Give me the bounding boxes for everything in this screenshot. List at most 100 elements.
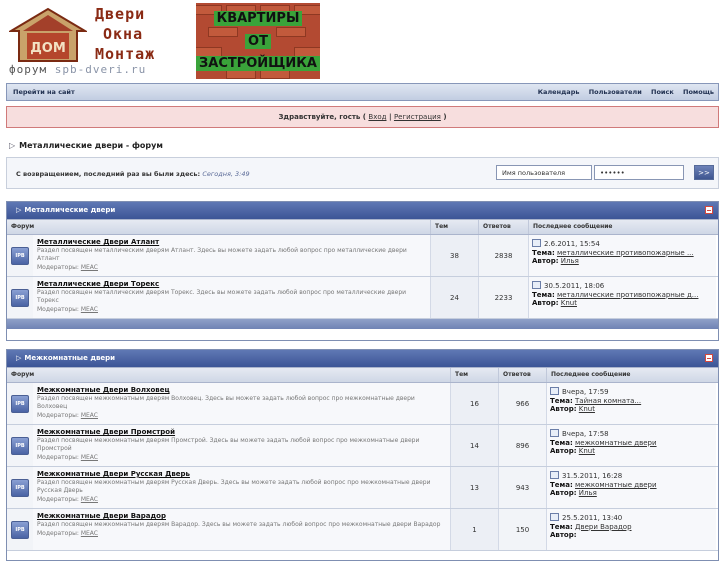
forum-ipb-icon: IPB bbox=[11, 288, 29, 307]
login-go-button[interactable]: >> bbox=[694, 165, 714, 180]
topics-count: 13 bbox=[450, 467, 498, 508]
moderator-link[interactable]: MEAC bbox=[81, 530, 98, 537]
login-link[interactable]: Вход bbox=[368, 113, 386, 121]
last-post-topic-link[interactable]: Тайная комната... bbox=[575, 397, 641, 405]
logo-line-1: Двери bbox=[95, 5, 146, 23]
last-visit-label: С возвращением, последний раз вы были зд… bbox=[16, 170, 201, 178]
register-link[interactable]: Регистрация bbox=[394, 113, 441, 121]
forum-name-link[interactable]: Межкомнатные Двери Волховец bbox=[37, 386, 446, 394]
collapse-icon[interactable] bbox=[705, 206, 713, 214]
col-replies: Ответов bbox=[498, 368, 546, 382]
last-post-topic-link[interactable]: металлические противопожарные д... bbox=[557, 291, 698, 299]
col-forum: Форум bbox=[11, 371, 35, 378]
forum-name-link[interactable]: Металлические Двери Атлант bbox=[37, 238, 426, 246]
last-post-author-link[interactable]: Knut bbox=[561, 299, 577, 307]
replies-count: 2233 bbox=[478, 277, 528, 318]
last-post-icon[interactable] bbox=[550, 471, 559, 479]
topics-count: 16 bbox=[450, 383, 498, 424]
quick-login-bar: С возвращением, последний раз вы были зд… bbox=[6, 157, 719, 189]
developer-apartments-banner[interactable]: КВАРТИРЫ ОТ ЗАСТРОЙЩИКА bbox=[196, 3, 320, 79]
moderator-link[interactable]: MEAC bbox=[81, 264, 98, 271]
last-post-author-link[interactable]: Knut bbox=[579, 447, 595, 455]
last-post-date: 31.5.2011, 16:28 bbox=[562, 472, 623, 480]
forum-moderators: Модераторы: MEAC bbox=[37, 306, 98, 313]
house-logo-icon: ДОМ bbox=[9, 7, 87, 62]
col-replies: Ответов bbox=[478, 220, 528, 234]
last-post-date: 30.5.2011, 18:06 bbox=[544, 282, 605, 290]
forum-moderators: Модераторы: MEAC bbox=[37, 454, 98, 461]
username-field[interactable]: Имя пользователя bbox=[496, 165, 592, 180]
banner-line-1: КВАРТИРЫ bbox=[213, 11, 303, 26]
last-post-topic-link[interactable]: межкомнатные двери bbox=[575, 481, 657, 489]
last-post-author-link[interactable]: Knut bbox=[579, 405, 595, 413]
forum-description: Раздел посвящен межкомнатным дверям Вара… bbox=[37, 521, 441, 528]
category-header: ▷ Металлические двери bbox=[7, 202, 718, 219]
forum-description: Раздел посвящен межкомнатным дверям Русс… bbox=[37, 479, 431, 494]
last-post-icon[interactable] bbox=[532, 281, 541, 289]
topics-count: 14 bbox=[450, 425, 498, 466]
search-link[interactable]: Поиск bbox=[651, 88, 674, 96]
help-link[interactable]: Помощь bbox=[683, 88, 714, 96]
last-post-topic-link[interactable]: Двери Варадор bbox=[575, 523, 632, 531]
category-arrow-icon: ▷ bbox=[16, 354, 22, 362]
moderator-link[interactable]: MEAC bbox=[81, 306, 98, 313]
moderator-link[interactable]: MEAC bbox=[81, 496, 98, 503]
forum-ipb-icon: IPB bbox=[11, 246, 29, 265]
users-link[interactable]: Пользователи bbox=[589, 88, 642, 96]
last-post-topic-link[interactable]: межкомнатные двери bbox=[575, 439, 657, 447]
forum-ipb-icon: IPB bbox=[11, 436, 29, 455]
calendar-link[interactable]: Календарь bbox=[538, 88, 580, 96]
forum-ipb-icon: IPB bbox=[11, 520, 29, 539]
breadcrumb-title[interactable]: Металлические двери - форум bbox=[19, 141, 163, 150]
forum-row: IPB Металлические Двери Атлант Раздел по… bbox=[7, 235, 718, 277]
banner-line-2: ОТ bbox=[245, 34, 271, 49]
last-post-date: Вчера, 17:58 bbox=[562, 430, 609, 438]
column-headers: Форум Тем Ответов Последнее сообщение bbox=[7, 219, 718, 235]
site-logo[interactable]: ДОМ Двери Окна Монтаж bbox=[9, 3, 194, 65]
last-visit-text: С возвращением, последний раз вы были зд… bbox=[16, 170, 250, 178]
col-last-post: Последнее сообщение bbox=[546, 368, 716, 382]
moderator-link[interactable]: MEAC bbox=[81, 454, 98, 461]
welcome-separator: | bbox=[388, 113, 392, 121]
forum-row: IPB Межкомнатные Двери Русская Дверь Раз… bbox=[7, 467, 718, 509]
last-post-date: 25.5.2011, 13:40 bbox=[562, 514, 623, 522]
logo-house-text: ДОМ bbox=[30, 41, 66, 56]
col-last-post: Последнее сообщение bbox=[528, 220, 716, 234]
last-post-date: Вчера, 17:59 bbox=[562, 388, 609, 396]
forum-row: IPB Межкомнатные Двери Промстрой Раздел … bbox=[7, 425, 718, 467]
collapse-icon[interactable] bbox=[705, 354, 713, 362]
category-title[interactable]: Межкомнатные двери bbox=[24, 354, 115, 362]
last-post: 30.5.2011, 18:06 Тема: металлические про… bbox=[528, 277, 716, 318]
forum-name-link[interactable]: Межкомнатные Двери Промстрой bbox=[37, 428, 446, 436]
forum-name-link[interactable]: Межкомнатные Двери Русская Дверь bbox=[37, 470, 446, 478]
moderator-link[interactable]: MEAC bbox=[81, 412, 98, 419]
category-header: ▷ Межкомнатные двери bbox=[7, 350, 718, 367]
last-post-author-link[interactable]: Илья bbox=[561, 257, 579, 265]
last-post: Вчера, 17:58 Тема: межкомнатные двери Ав… bbox=[546, 425, 716, 466]
forum-site-name: spb-dveri.ru bbox=[54, 63, 147, 76]
go-to-site-link[interactable]: Перейти на сайт bbox=[13, 88, 75, 96]
column-headers: Форум Тем Ответов Последнее сообщение bbox=[7, 367, 718, 383]
forum-name-link[interactable]: Межкомнатные Двери Варадор bbox=[37, 512, 446, 520]
password-field[interactable]: •••••• bbox=[594, 165, 684, 180]
forum-description: Раздел посвящен межкомнатным дверям Пром… bbox=[37, 437, 420, 452]
guest-welcome-bar: Здравствуйте, гость ( Вход | Регистрация… bbox=[6, 106, 719, 128]
last-post-icon[interactable] bbox=[550, 429, 559, 437]
col-topics: Тем bbox=[450, 368, 498, 382]
top-navigation: Перейти на сайт Календарь Пользователи П… bbox=[6, 83, 719, 101]
last-post-icon[interactable] bbox=[550, 513, 559, 521]
category-metal-doors: ▷ Металлические двери Форум Тем Ответов П… bbox=[6, 201, 719, 341]
banner-line-3: ЗАСТРОЙЩИКА bbox=[196, 56, 320, 71]
logo-line-3: Монтаж bbox=[95, 45, 156, 63]
last-post-icon[interactable] bbox=[550, 387, 559, 395]
last-post-date: 2.6.2011, 15:54 bbox=[544, 240, 600, 248]
last-post-topic-link[interactable]: металлические противопожарные ... bbox=[557, 249, 694, 257]
forum-description: Раздел посвящен металлическим дверям Атл… bbox=[37, 247, 407, 262]
breadcrumb-arrow-icon: ▷ bbox=[9, 141, 16, 150]
forum-name-link[interactable]: Металлические Двери Торекс bbox=[37, 280, 426, 288]
breadcrumb: ▷ Металлические двери - форум bbox=[9, 141, 163, 150]
forum-moderators: Модераторы: MEAC bbox=[37, 496, 98, 503]
category-title[interactable]: Металлические двери bbox=[24, 206, 115, 214]
last-post-icon[interactable] bbox=[532, 239, 541, 247]
last-post-author-link[interactable]: Илья bbox=[579, 489, 597, 497]
